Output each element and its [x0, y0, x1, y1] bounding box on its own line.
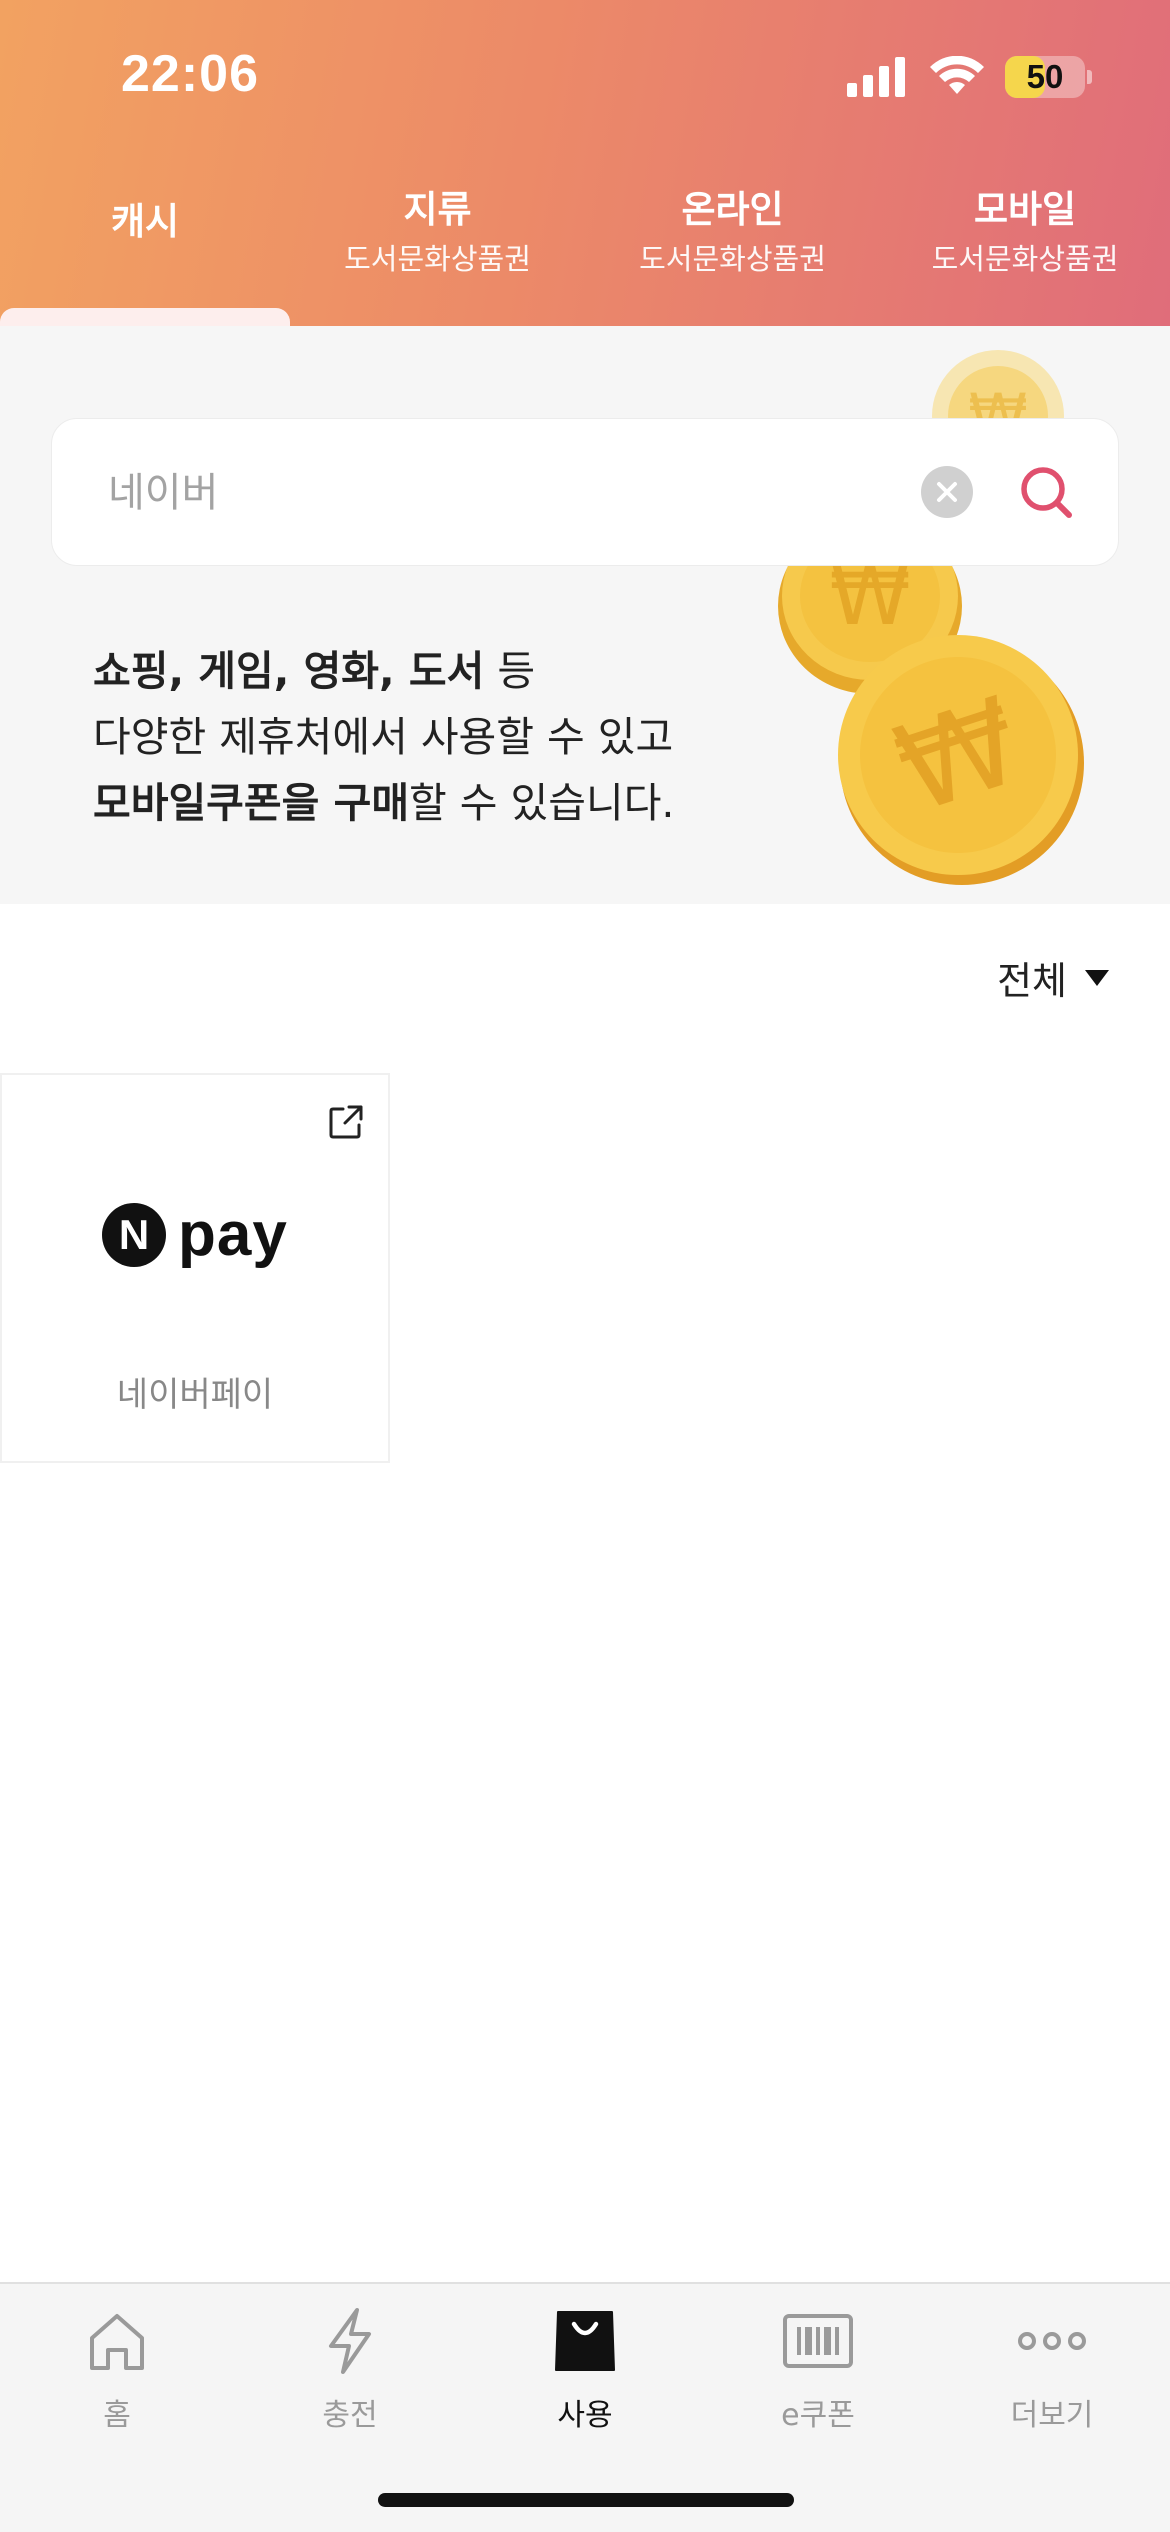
filter-label: 전체: [997, 959, 1067, 1003]
battery-icon: 50: [1005, 56, 1085, 98]
close-icon: [937, 482, 957, 502]
npay-logo: N pay: [102, 1199, 288, 1270]
external-link-icon[interactable]: [327, 1103, 365, 1141]
tab-title: 캐시: [110, 200, 180, 243]
nav-label: 사용: [557, 2398, 613, 2433]
banner-line3-bold: 모바일쿠폰을 구매: [93, 779, 410, 827]
tab-paper[interactable]: 지류 도서문화상품권: [290, 186, 585, 280]
shopping-bag-icon: [555, 2311, 615, 2371]
battery-nub: [1087, 70, 1092, 84]
nav-label: e쿠폰: [781, 2398, 855, 2433]
home-indicator: [378, 2493, 794, 2507]
tab-title: 모바일: [973, 188, 1077, 231]
more-dots-icon: [1018, 2332, 1086, 2350]
top-tabs: 캐시 지류 도서문화상품권 온라인 도서문화상품권 모바일 도서문화상품권: [0, 172, 1170, 326]
banner-line3-rest: 할 수 있습니다.: [409, 779, 675, 827]
tab-subtitle: 도서문화상품권: [344, 242, 531, 276]
tab-active-indicator: [0, 308, 290, 326]
merchant-label: 네이버페이: [116, 1375, 274, 1415]
home-icon: [90, 2314, 144, 2370]
status-time: 22:06: [121, 45, 259, 103]
caret-down-icon: [1085, 969, 1109, 986]
banner: ₩ ₩ ₩ 네이버 쇼핑, 게임, 영화, 도서 등 다양한 제휴처에서 사용할…: [0, 326, 1170, 904]
tab-title: 지류: [403, 188, 472, 231]
tab-subtitle: 도서문화상품권: [931, 242, 1119, 276]
nav-label: 충전: [322, 2398, 378, 2433]
lightning-icon: [329, 2308, 371, 2374]
nav-home[interactable]: 홈: [37, 2306, 197, 2434]
tab-mobile[interactable]: 모바일 도서문화상품권: [880, 186, 1170, 280]
banner-line1-bold: 쇼핑, 게임, 영화, 도서: [93, 647, 485, 695]
nav-more[interactable]: 더보기: [972, 2306, 1132, 2434]
header: 22:06 50 캐시 지류 도서문화상품권 온라인 도서문화상품권 모바일 도…: [0, 0, 1170, 326]
banner-line1-rest: 등: [484, 647, 536, 695]
nav-label: 홈: [103, 2398, 131, 2433]
npay-logo-n: N: [102, 1202, 166, 1267]
tab-subtitle: 도서문화상품권: [639, 242, 826, 276]
search-input[interactable]: [108, 455, 908, 531]
search-box: [51, 418, 1119, 566]
signal-icon: [847, 57, 905, 97]
coin-icon: ₩: [838, 635, 1084, 885]
nav-charge[interactable]: 충전: [270, 2306, 430, 2434]
page: 22:06 50 캐시 지류 도서문화상품권 온라인 도서문화상품권 모바일 도…: [0, 0, 1170, 2532]
status-icons: 50: [847, 52, 1092, 102]
nav-ecoupon[interactable]: e쿠폰: [738, 2306, 898, 2434]
wifi-icon: [930, 56, 984, 94]
nav-use[interactable]: 사용: [505, 2306, 665, 2434]
tab-online[interactable]: 온라인 도서문화상품권: [585, 186, 880, 280]
battery-level: 50: [1026, 58, 1064, 95]
banner-description: 쇼핑, 게임, 영화, 도서 등 다양한 제휴처에서 사용할 수 있고 모바일쿠…: [93, 638, 674, 836]
tab-title: 온라인: [681, 188, 784, 231]
merchant-card-naverpay[interactable]: N pay 네이버페이: [0, 1073, 390, 1463]
nav-label: 더보기: [1010, 2398, 1094, 2433]
banner-line2: 다양한 제휴처에서 사용할 수 있고: [93, 713, 674, 761]
clear-button[interactable]: [921, 466, 973, 518]
npay-logo-text: pay: [178, 1200, 288, 1269]
tab-cash[interactable]: 캐시: [0, 198, 290, 246]
search-button[interactable]: [1009, 455, 1085, 531]
barcode-icon: [783, 2314, 853, 2368]
category-filter-dropdown[interactable]: 전체: [997, 950, 1111, 1005]
search-icon: [1021, 467, 1072, 518]
